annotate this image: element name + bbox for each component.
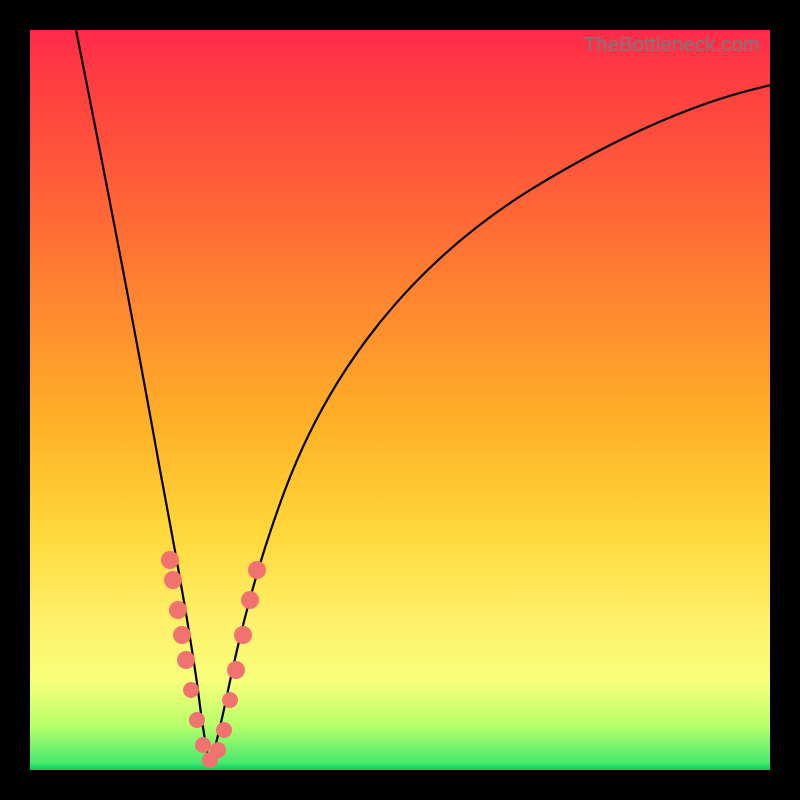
marker-dot bbox=[202, 752, 218, 768]
marker-dot bbox=[164, 571, 182, 589]
marker-dot bbox=[169, 601, 187, 619]
marker-dot bbox=[210, 742, 226, 758]
curve-left-branch bbox=[75, 30, 210, 765]
marker-dot bbox=[222, 692, 238, 708]
marker-dot bbox=[183, 682, 199, 698]
marker-dot bbox=[195, 737, 211, 753]
marker-dot bbox=[248, 561, 266, 579]
marker-dot bbox=[189, 712, 205, 728]
marker-dot bbox=[177, 651, 195, 669]
marker-dot bbox=[216, 722, 232, 738]
curve-right-branch bbox=[210, 85, 770, 765]
marker-dot bbox=[173, 626, 191, 644]
marker-dot bbox=[227, 661, 245, 679]
marker-group bbox=[161, 551, 266, 768]
marker-dot bbox=[161, 551, 179, 569]
bottleneck-curve bbox=[30, 30, 770, 770]
plot-area: TheBottleneck.com bbox=[30, 30, 770, 770]
watermark-label: TheBottleneck.com bbox=[584, 34, 760, 57]
marker-dot bbox=[241, 591, 259, 609]
chart-frame: TheBottleneck.com bbox=[0, 0, 800, 800]
marker-dot bbox=[234, 626, 252, 644]
